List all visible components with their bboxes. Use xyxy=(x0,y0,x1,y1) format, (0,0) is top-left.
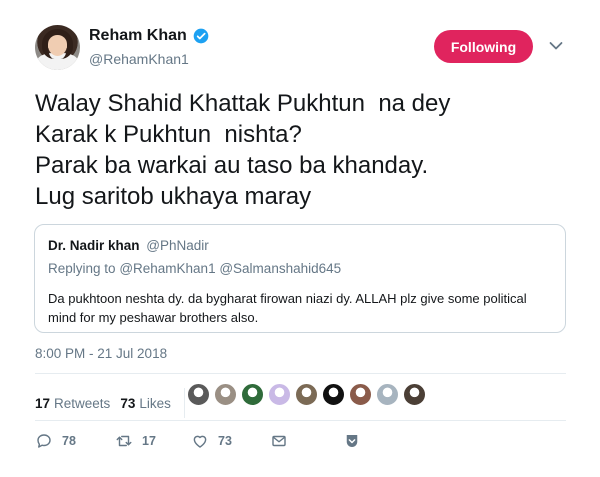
divider xyxy=(35,373,566,374)
replying-to-line: Replying to @RehamKhan1 @Salmanshahid645 xyxy=(48,261,341,276)
retweet-action[interactable]: 17 xyxy=(115,432,191,450)
tweet-timestamp[interactable]: 8:00 PM - 21 Jul 2018 xyxy=(35,346,167,361)
liker-avatar-7[interactable] xyxy=(349,383,372,406)
likes-stat[interactable]: 73 Likes xyxy=(120,396,171,411)
likers-avatars xyxy=(187,383,426,406)
tweet-text: Walay Shahid Khattak Pukhtun na dey Kara… xyxy=(35,88,575,212)
quoted-display-name: Dr. Nadir khan xyxy=(48,238,140,253)
likes-label: Likes xyxy=(139,395,171,411)
quoted-tweet[interactable]: Dr. Nadir khan @PhNadir Replying to @Reh… xyxy=(34,224,566,333)
avatar-hair xyxy=(42,29,73,59)
tweet-line: Parak ba warkai au taso ba khanday. xyxy=(35,152,429,179)
tweet-header: Reham Khan @RehamKhan1 Following xyxy=(0,0,600,80)
replying-to-prefix: Replying to xyxy=(48,261,116,276)
save-tweet-icon xyxy=(346,435,358,447)
heart-icon xyxy=(193,435,207,448)
liker-avatar-8[interactable] xyxy=(376,383,399,406)
reply-action[interactable]: 78 xyxy=(35,432,115,450)
envelope-icon xyxy=(272,435,286,447)
liker-avatar-3[interactable] xyxy=(241,383,264,406)
liker-avatar-2[interactable] xyxy=(214,383,237,406)
reply-icon xyxy=(37,434,51,448)
likes-count: 73 xyxy=(120,395,136,411)
like-action[interactable]: 73 xyxy=(191,432,270,450)
author-handle[interactable]: @RehamKhan1 xyxy=(89,51,189,67)
liker-avatar-1[interactable] xyxy=(187,383,210,406)
tweet-line: Walay Shahid Khattak Pukhtun na dey xyxy=(35,90,451,117)
quoted-handle: @PhNadir xyxy=(146,238,209,253)
quoted-author: Dr. Nadir khan @PhNadir xyxy=(48,238,209,253)
author-name-row: Reham Khan xyxy=(89,27,209,45)
retweets-count: 17 xyxy=(35,395,51,411)
liker-avatar-6[interactable] xyxy=(322,383,345,406)
reply-count: 78 xyxy=(62,434,76,448)
tweet-stats: 17 Retweets 73 Likes xyxy=(35,388,195,418)
bookmark-action[interactable] xyxy=(343,432,370,450)
divider xyxy=(35,420,566,421)
retweet-count: 17 xyxy=(142,434,156,448)
tweet-line: Lug saritob ukhaya maray xyxy=(35,183,312,210)
direct-message-action[interactable] xyxy=(270,432,343,450)
chevron-down-icon[interactable] xyxy=(549,41,563,51)
replying-to-link[interactable]: @Salmanshahid645 xyxy=(219,261,341,276)
retweets-label: Retweets xyxy=(54,395,111,411)
liker-avatar-4[interactable] xyxy=(268,383,291,406)
tweet-line: Karak k Pukhtun nishta? xyxy=(35,121,302,148)
replying-to-link[interactable]: @RehamKhan1 xyxy=(119,261,215,276)
retweets-stat[interactable]: 17 Retweets xyxy=(35,396,110,411)
tweet-actions: 78 17 73 xyxy=(35,431,370,451)
retweet-icon xyxy=(116,435,132,447)
liker-avatar-9[interactable] xyxy=(403,383,426,406)
author-display-name[interactable]: Reham Khan xyxy=(89,27,187,45)
stats-separator xyxy=(183,388,185,418)
like-count: 73 xyxy=(218,434,232,448)
liker-avatar-5[interactable] xyxy=(295,383,318,406)
quoted-text: Da pukhtoon neshta dy. da bygharat firow… xyxy=(48,291,527,325)
author-avatar[interactable] xyxy=(35,25,80,70)
verified-badge-icon xyxy=(193,28,209,44)
following-button[interactable]: Following xyxy=(434,30,533,63)
